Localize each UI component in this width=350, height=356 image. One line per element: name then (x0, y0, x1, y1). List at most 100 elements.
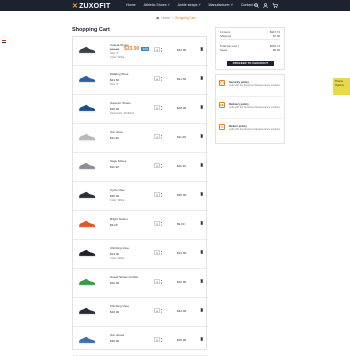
logo-mark-icon: ✕ (72, 2, 78, 10)
search-icon[interactable] (254, 3, 259, 8)
return-icon (219, 124, 225, 130)
quantity-stepper[interactable]: ▴▾ (161, 337, 162, 343)
nav-item-ankle-straps[interactable]: Ankle straps ˅ (178, 3, 201, 7)
product-thumbnail[interactable] (78, 190, 96, 200)
quantity-stepper[interactable]: ▴▾ (161, 250, 162, 256)
quantity-input[interactable]: 1 (154, 134, 160, 139)
quantity-input[interactable]: 1 (154, 221, 160, 226)
quantity-input[interactable]: 1 (154, 76, 160, 81)
summary-taxes-value: $0.00 (273, 48, 280, 52)
reassurance-block: Security policy (edit with the Customer … (215, 74, 285, 144)
quantity-stepper[interactable]: ▴▾ (161, 221, 162, 227)
cart-item-row: Sun shoes$35.001▴▾$35.00 (73, 327, 208, 356)
top-navbar: ✕ ZUXOFIT Home Athletic Shoes ˅ Ankle st… (0, 0, 350, 11)
product-name[interactable]: Sun shoe (110, 130, 123, 134)
product-thumbnail[interactable] (78, 335, 96, 345)
line-total: $11.90 (177, 135, 186, 139)
quantity-input[interactable]: 1 (154, 250, 160, 255)
product-thumbnail[interactable] (78, 161, 96, 171)
product-name[interactable]: Grand Shoes Gt Max (110, 275, 138, 279)
trash-icon[interactable] (200, 134, 204, 138)
language-flag-icon[interactable] (2, 40, 6, 43)
product-old-price: $33.75 (110, 47, 119, 51)
quantity-stepper[interactable]: ▴▾ (161, 134, 162, 140)
cart-item-row: Walking Shoe$21.60Size: 81▴▾$21.60 (73, 66, 208, 95)
cart-summary: 11 items $327.74 Shipping $7.00 Total (t… (215, 27, 285, 70)
breadcrumb-current: Shopping Cart (175, 16, 195, 20)
quantity-stepper[interactable]: ▴▾ (161, 76, 162, 82)
quantity-input[interactable]: 1 (154, 337, 160, 342)
product-thumbnail[interactable] (78, 306, 96, 316)
trash-icon[interactable] (200, 192, 204, 196)
nav-item-manufacturer[interactable]: Manufacturer ˅ (209, 3, 233, 7)
product-price: $11.90 (110, 136, 119, 140)
trash-icon[interactable] (200, 163, 204, 167)
quantity-stepper[interactable]: ▴▾ (161, 47, 162, 53)
quantity-stepper[interactable]: ▴▾ (161, 308, 162, 314)
breadcrumb: Home › Shopping Cart (156, 16, 195, 20)
quantity-stepper[interactable]: ▴▾ (161, 192, 162, 198)
product-thumbnail[interactable] (78, 248, 96, 258)
trash-icon[interactable] (200, 105, 204, 109)
product-thumbnail[interactable] (78, 132, 96, 142)
product-price: $32.00 (110, 310, 119, 314)
trash-icon[interactable] (200, 47, 204, 51)
product-thumbnail[interactable] (78, 219, 96, 229)
policy-divider (219, 118, 283, 119)
cart-items-list: Casual Shoes$33.75$33.90-10%Size: 8Color… (72, 36, 207, 350)
home-icon[interactable] (156, 16, 160, 20)
policy-text: (edit with the Customer Reassurance modu… (229, 84, 283, 87)
product-name[interactable]: Bright Sisters (110, 217, 128, 221)
product-name[interactable]: Sun shoes (110, 333, 124, 337)
theme-options-tab[interactable]: Theme Options (333, 78, 350, 95)
trash-icon[interactable] (200, 308, 204, 312)
quantity-input[interactable]: 1 (154, 105, 160, 110)
cart-item-row: Cycle shoe$35.00Color: White1▴▾$35.00 (73, 182, 208, 211)
proceed-to-checkout-button[interactable]: PROCEED TO CHECKOUT (227, 61, 274, 66)
nav-item-home[interactable]: Home (126, 3, 136, 7)
user-icon[interactable] (263, 3, 268, 8)
quantity-input[interactable]: 1 (154, 47, 160, 52)
cart-item-row: Climbing shoe$32.001▴▾$32.00 (73, 298, 208, 327)
shield-icon (219, 80, 225, 86)
quantity-stepper[interactable]: ▴▾ (161, 163, 162, 169)
product-thumbnail[interactable] (78, 103, 96, 113)
product-name[interactable]: Cycle shoe (110, 188, 125, 192)
line-total: $32.00 (177, 280, 186, 284)
product-thumbnail[interactable] (78, 45, 96, 55)
quantity-input[interactable]: 1 (154, 163, 160, 168)
quantity-input[interactable]: 1 (154, 192, 160, 197)
policy-return: Return policy (edit with the Customer Re… (219, 121, 283, 141)
cart-item-row: Sun shoe $11.90 1▴▾ $11.90 (73, 124, 208, 153)
cart-item-row: Grand Shoes Gt Max$32.001▴▾$32.00 (73, 269, 208, 298)
quantity-input[interactable]: 1 (154, 308, 160, 313)
product-name[interactable]: Walking Shoe (110, 72, 128, 76)
trash-icon[interactable] (200, 250, 204, 254)
product-name[interactable]: Sage Shoes (110, 159, 126, 163)
trash-icon[interactable] (200, 76, 204, 80)
line-total: $9.00 (177, 222, 185, 226)
trash-icon[interactable] (200, 279, 204, 283)
discount-badge: -10% (141, 47, 149, 51)
trash-icon[interactable] (200, 337, 204, 341)
trash-icon[interactable] (200, 221, 204, 225)
line-total: $11.90 (177, 164, 186, 168)
product-name[interactable]: Superior Shoes (110, 101, 131, 105)
product-name[interactable]: Climbing shoe (110, 304, 129, 308)
line-total: $21.60 (177, 77, 186, 81)
policy-delivery: Delivery policy (edit with the Customer … (219, 99, 283, 119)
product-attribute: Size: 8 (110, 52, 118, 55)
quantity-stepper[interactable]: ▴▾ (161, 279, 162, 285)
breadcrumb-home[interactable]: Home (162, 16, 171, 20)
brand-logo[interactable]: ✕ ZUXOFIT (72, 2, 110, 10)
cart-icon[interactable] (272, 3, 278, 8)
product-price: $33.90 (124, 46, 139, 52)
summary-shipping-label: Shipping (220, 34, 231, 38)
quantity-input[interactable]: 1 (154, 279, 160, 284)
nav-item-athletic-shoes[interactable]: Athletic Shoes ˅ (144, 3, 170, 7)
product-price: $11.90 (110, 165, 119, 169)
product-thumbnail[interactable] (78, 74, 96, 84)
product-name[interactable]: Climbing shoe (110, 246, 129, 250)
product-thumbnail[interactable] (78, 277, 96, 287)
quantity-stepper[interactable]: ▴▾ (161, 105, 162, 111)
